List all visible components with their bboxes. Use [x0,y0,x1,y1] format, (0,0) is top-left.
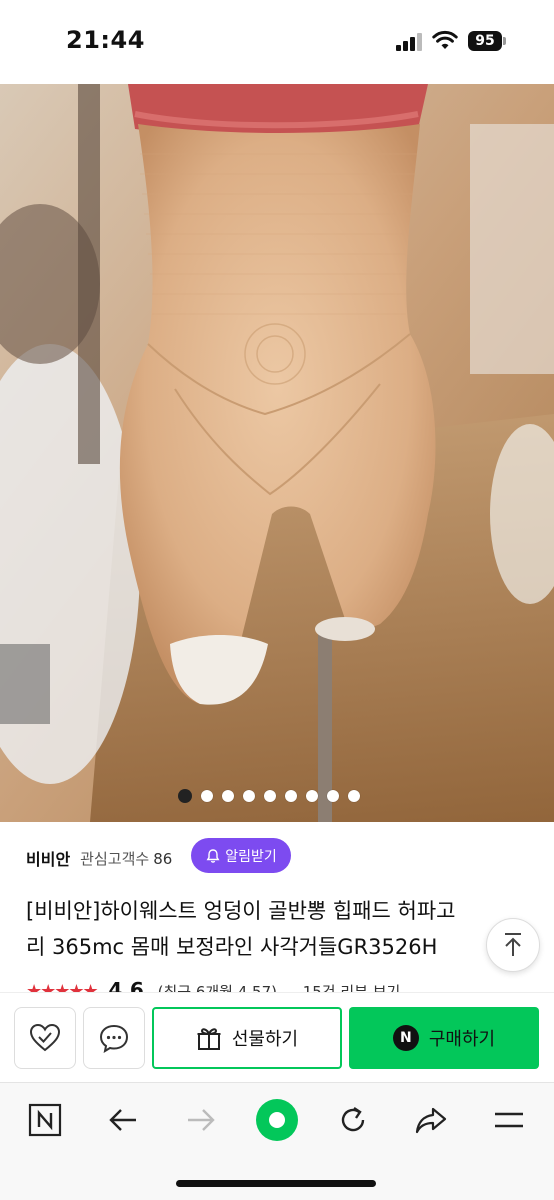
product-title-line: 리 365mc 몸매 보정라인 사각거들GR3526H [26,935,438,959]
gift-label: 선물하기 [231,1029,299,1050]
cellular-signal-icon [396,33,424,51]
buy-label: 구매하기 [428,1029,496,1050]
carousel-dot[interactable] [264,790,276,802]
arrow-up-icon [505,933,521,956]
follower-count: 관심고객수 86 [80,848,172,869]
home-indicator [176,1180,376,1187]
bell-plus-icon [206,848,220,863]
naver-home-button[interactable] [22,1097,68,1143]
alarm-subscribe-button[interactable]: 알림받기 [191,838,291,873]
carousel-dot[interactable] [306,790,318,802]
seller-info: 비비안 관심고객수 86 [26,838,172,878]
naver-pay-badge: N [392,1025,419,1051]
green-home-button[interactable] [254,1097,300,1143]
follower-number: 86 [153,849,173,868]
chat-bubble-icon [99,1024,129,1053]
battery-icon: 95 [468,31,506,51]
naver-n-icon [28,1103,62,1137]
green-home-icon [256,1099,298,1141]
wifi-icon [432,30,458,49]
menu-button[interactable] [486,1097,532,1143]
refresh-icon [341,1107,365,1132]
follower-label: 관심고객수 [80,849,150,868]
carousel-dot[interactable] [178,789,192,803]
menu-icon [495,1112,523,1128]
seller-name[interactable]: 비비안 [26,846,70,870]
forward-arrow-icon [188,1109,215,1131]
scroll-to-top-button[interactable] [486,918,540,972]
carousel-dot[interactable] [285,790,297,802]
battery-level: 95 [468,31,502,51]
back-button[interactable] [100,1097,146,1143]
buy-button[interactable]: N 구매하기 [349,1007,539,1069]
forward-button[interactable] [178,1097,224,1143]
status-time: 21:44 [66,26,145,54]
back-arrow-icon [109,1109,136,1131]
share-button[interactable] [408,1097,454,1143]
status-bar: 21:44 95 [0,0,554,84]
refresh-button[interactable] [330,1097,376,1143]
alarm-label: 알림받기 [225,848,277,865]
carousel-dot[interactable] [327,790,339,802]
carousel-dot[interactable] [222,790,234,802]
product-photo [0,84,554,822]
product-image[interactable] [0,84,554,822]
heart-check-icon [29,1023,61,1052]
product-title: [비비안]하이웨스트 엉덩이 골반뽕 힙패드 허파고 리 365mc 몸매 보정… [26,893,516,965]
talk-button[interactable] [83,1007,145,1069]
purchase-bar: 선물하기 N 구매하기 [0,992,554,1082]
like-button[interactable] [14,1007,76,1069]
carousel-dot[interactable] [348,790,360,802]
gift-icon [197,1028,221,1050]
carousel-dot[interactable] [201,790,213,802]
product-title-line: [비비안]하이웨스트 엉덩이 골반뽕 힙패드 허파고 [26,899,456,923]
carousel-dot[interactable] [243,790,255,802]
carousel-indicator [178,789,360,803]
share-icon [415,1107,447,1134]
gift-button[interactable]: 선물하기 [152,1007,342,1069]
